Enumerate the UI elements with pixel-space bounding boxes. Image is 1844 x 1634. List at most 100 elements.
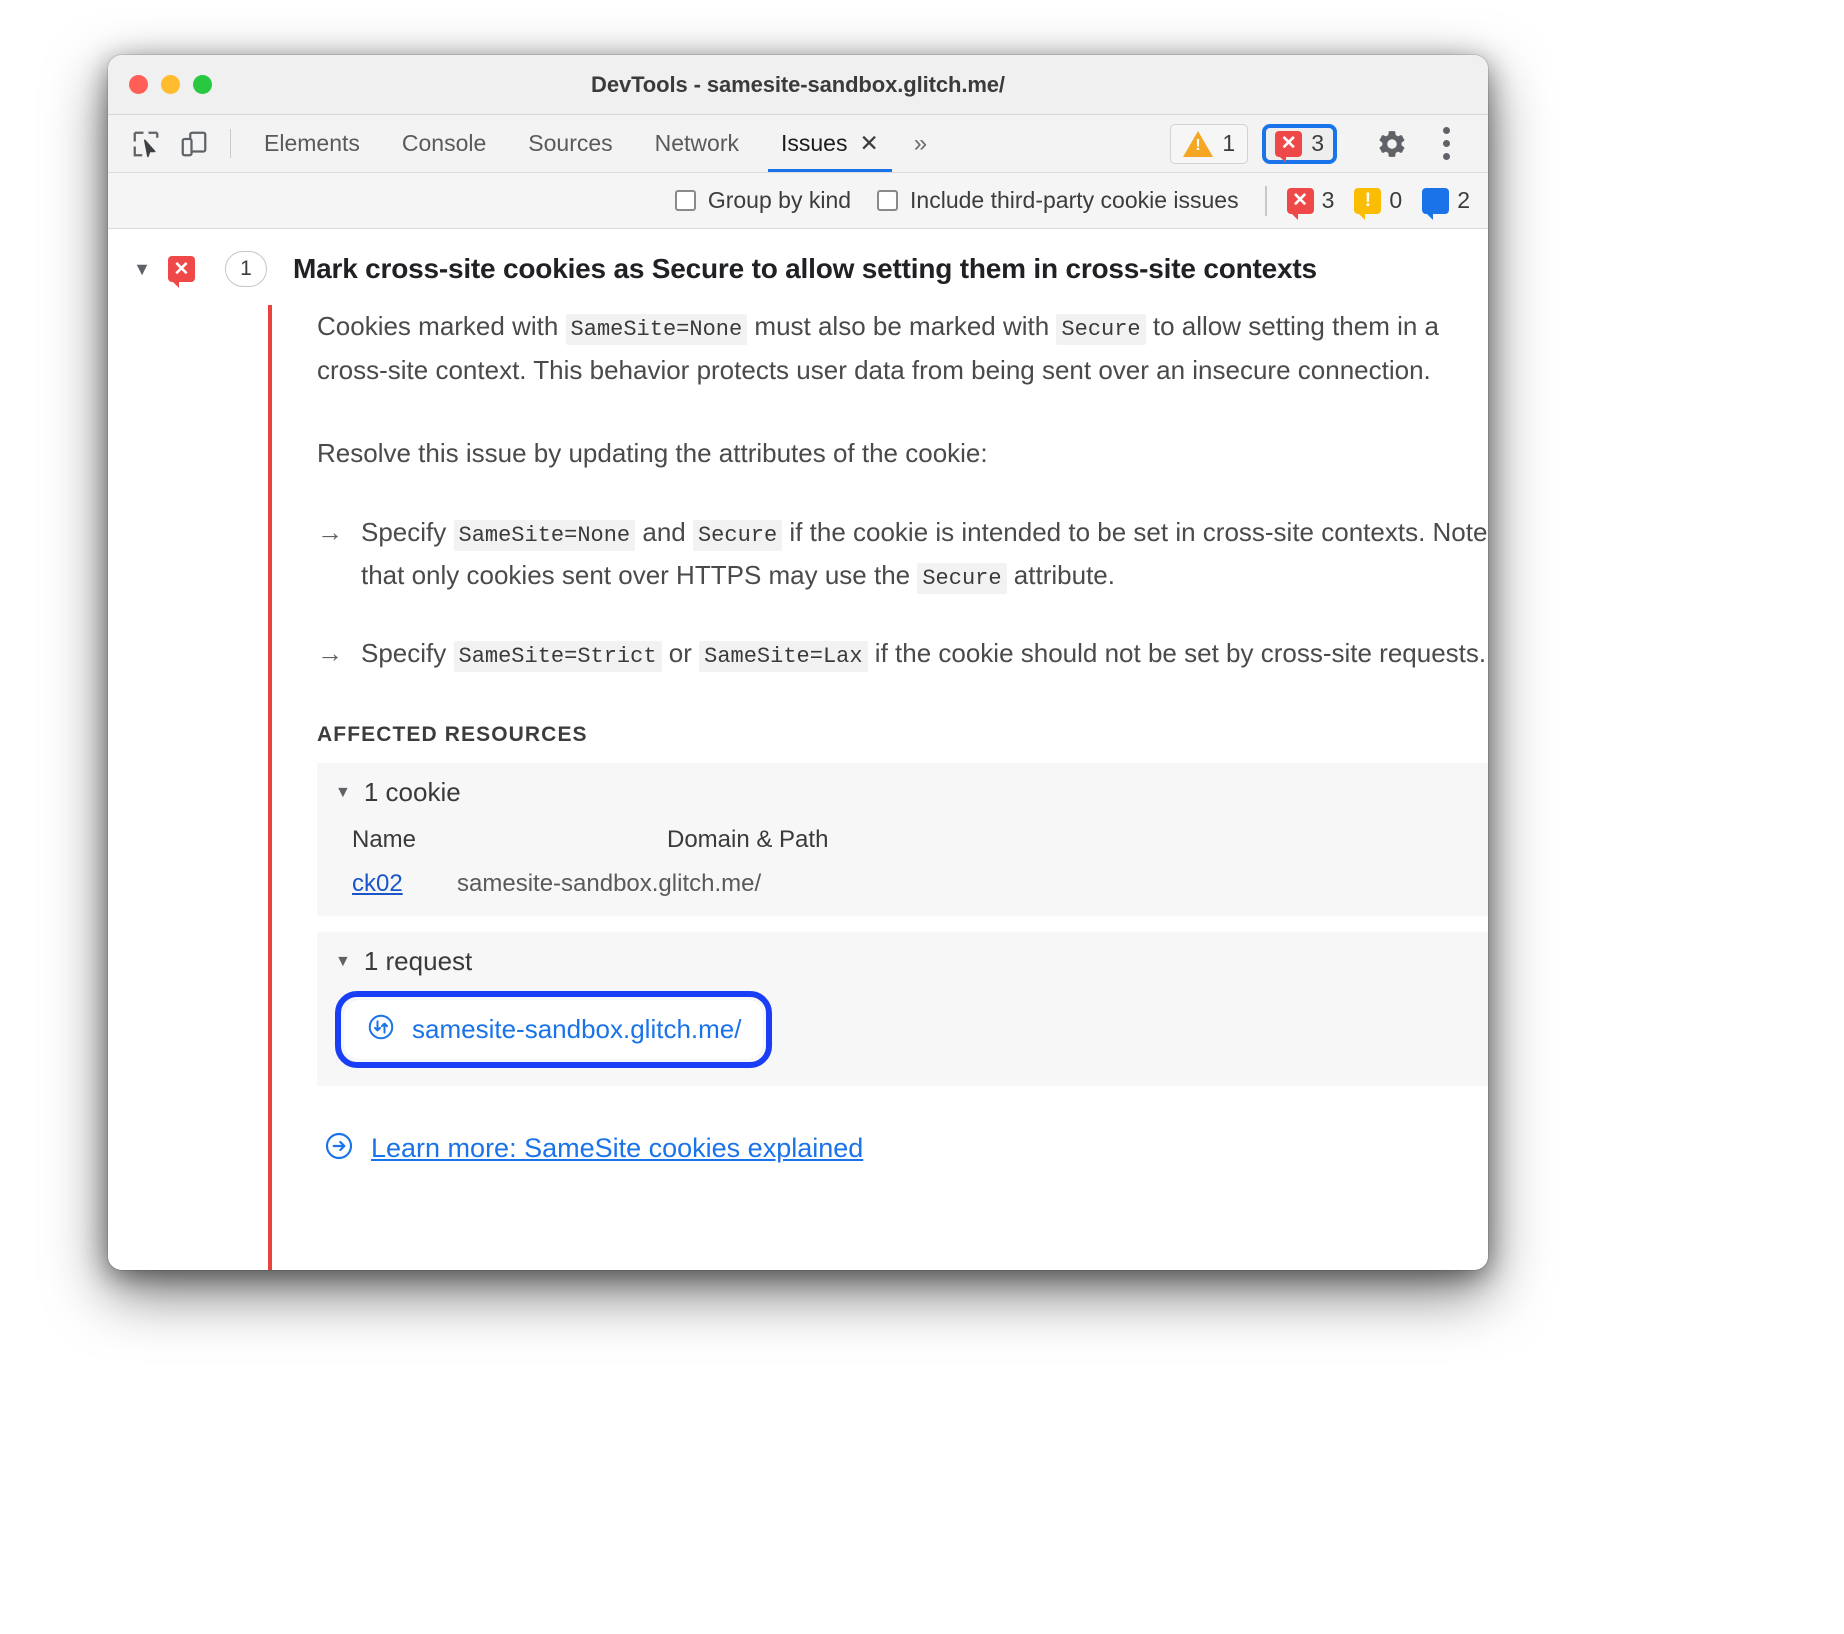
error-count-indicator: ✕ 3 [1286, 187, 1335, 220]
code-secure-2: Secure [917, 563, 1007, 595]
error-count-value: 3 [1321, 187, 1335, 213]
group-by-kind-checkbox[interactable]: Group by kind [674, 187, 852, 214]
issue-description-paragraph-1: Cookies marked with SameSite=None must a… [317, 305, 1488, 392]
info-badge-icon: ≡ [1422, 187, 1450, 220]
window-titlebar: DevTools - samesite-sandbox.glitch.me/ [108, 55, 1488, 115]
tab-label: Elements [264, 130, 360, 156]
text-fragment: Specify [361, 516, 454, 547]
issue-bullet-1: → Specify SameSite=None and Secure if the… [317, 511, 1488, 598]
tab-elements[interactable]: Elements [243, 115, 381, 172]
kebab-dots [1442, 127, 1450, 160]
text-fragment: Specify [361, 637, 454, 668]
devtools-toolbar: Elements Console Sources Network Issues … [108, 115, 1488, 173]
kebab-menu-icon[interactable] [1420, 118, 1472, 170]
issue-expander-icon[interactable]: ▼ [122, 259, 162, 280]
arrow-in-circle-icon [323, 1130, 355, 1167]
error-badge-icon: ✕ [1275, 130, 1303, 163]
include-third-party-label: Include third-party cookie issues [910, 187, 1239, 213]
issue-title: Mark cross-site cookies as Secure to all… [293, 253, 1317, 284]
text-fragment: or [661, 637, 700, 668]
checkbox-box[interactable] [877, 190, 899, 211]
code-samesite-none: SameSite=None [453, 519, 636, 551]
checkbox-box[interactable] [674, 190, 696, 211]
issue-description-paragraph-2: Resolve this issue by updating the attri… [317, 437, 988, 468]
cookie-domain-path: samesite-sandbox.glitch.me/ [457, 870, 762, 898]
devtools-window: DevTools - samesite-sandbox.glitch.me/ E… [108, 55, 1488, 1270]
more-tabs-chevron-icon[interactable]: » [900, 115, 941, 172]
gear-icon[interactable] [1366, 118, 1418, 170]
device-toolbar-icon[interactable] [170, 115, 218, 172]
chevron-down-icon[interactable]: ▼ [335, 784, 351, 801]
cookie-group-header[interactable]: ▼ 1 cookie [317, 777, 1488, 808]
page-root: DevTools - samesite-sandbox.glitch.me/ E… [0, 0, 1844, 1634]
affected-resources-label: AFFECTED RESOURCES [317, 723, 588, 747]
error-badge-icon: ✕ [1286, 187, 1314, 220]
error-count: 3 [1311, 130, 1324, 156]
table-row: ck02 samesite-sandbox.glitch.me/ [352, 870, 1488, 898]
filter-divider [1264, 185, 1267, 216]
panel-tabs: Elements Console Sources Network Issues … [243, 115, 900, 172]
warning-count-value: 0 [1389, 187, 1403, 213]
issue-bullet-2: → Specify SameSite=Strict or SameSite=Lax… [317, 632, 1488, 676]
arrow-bullet-icon: → [317, 516, 343, 547]
issues-panel-content: ▼ ✕ 1 Mark cross-site cookies as Secure … [108, 229, 1488, 1270]
learn-more-row[interactable]: Learn more: SameSite cookies explained [317, 1130, 1488, 1167]
table-header-row: Name Domain & Path [352, 826, 1488, 854]
tab-label: Network [654, 130, 739, 156]
code-secure: Secure [1056, 314, 1146, 345]
error-counter-button[interactable]: ✕ 3 [1262, 123, 1337, 164]
info-count-value: 2 [1457, 187, 1470, 213]
group-by-kind-label: Group by kind [707, 187, 852, 213]
issue-count-pill: 1 [225, 251, 267, 287]
network-request-icon [366, 1012, 396, 1047]
info-count-indicator: ≡ 2 [1422, 187, 1470, 220]
code-samesite-lax: SameSite=Lax [699, 640, 868, 672]
request-link[interactable]: samesite-sandbox.glitch.me/ [344, 1000, 764, 1060]
issue-body: Cookies marked with SameSite=None must a… [268, 305, 1488, 1270]
tab-console[interactable]: Console [381, 115, 507, 172]
request-url: samesite-sandbox.glitch.me/ [412, 1014, 742, 1045]
column-header-domain-path: Domain & Path [667, 826, 829, 854]
tab-network[interactable]: Network [634, 115, 760, 172]
toolbar-status-area: 1 ✕ 3 [1170, 115, 1488, 172]
text-fragment: and [635, 516, 693, 547]
include-third-party-checkbox[interactable]: Include third-party cookie issues [877, 187, 1239, 214]
request-row: samesite-sandbox.glitch.me/ [335, 991, 773, 1069]
column-header-name: Name [352, 826, 417, 854]
request-link-focus-ring: samesite-sandbox.glitch.me/ [335, 991, 773, 1069]
request-group-title: 1 request [363, 946, 473, 977]
learn-more-link[interactable]: Learn more: SameSite cookies explained [371, 1133, 863, 1164]
text-fragment: if the cookie should not be set by cross… [867, 637, 1487, 668]
window-title: DevTools - samesite-sandbox.glitch.me/ [591, 71, 1005, 97]
cookie-name-link[interactable]: ck02 [352, 870, 457, 898]
warning-count: 1 [1222, 130, 1236, 156]
inspect-element-icon[interactable] [122, 115, 170, 172]
tab-label: Console [401, 130, 487, 156]
cookie-group-title: 1 cookie [363, 777, 461, 808]
toolbar-divider [230, 129, 231, 158]
text-fragment: must also be marked with [747, 311, 1057, 341]
tab-label: Sources [528, 130, 613, 156]
warning-count-indicator: ! 0 [1354, 187, 1403, 220]
text-fragment: attribute. [1006, 560, 1115, 591]
code-samesite-strict: SameSite=Strict [453, 640, 662, 672]
issue-header-row[interactable]: ▼ ✕ 1 Mark cross-site cookies as Secure … [108, 229, 1488, 305]
chevron-down-icon[interactable]: ▼ [335, 953, 351, 970]
warning-counter-button[interactable]: 1 [1170, 123, 1249, 164]
text-fragment: Cookies marked with [317, 311, 566, 341]
affected-requests-group: ▼ 1 request samesite-sandbox.glitch.me/ [317, 932, 1488, 1087]
warning-badge-icon: ! [1354, 187, 1382, 220]
tab-issues[interactable]: Issues ✕ [760, 115, 900, 172]
tab-label: Issues [781, 130, 848, 156]
code-secure: Secure [692, 519, 783, 551]
issues-filter-bar: Group by kind Include third-party cookie… [108, 173, 1488, 229]
code-samesite-none: SameSite=None [565, 314, 748, 345]
request-group-header[interactable]: ▼ 1 request [317, 946, 1488, 977]
tab-sources[interactable]: Sources [507, 115, 633, 172]
affected-cookies-group: ▼ 1 cookie Name Domain & Path ck02 sames… [317, 763, 1488, 917]
close-icon[interactable]: ✕ [859, 132, 878, 155]
arrow-bullet-icon: → [317, 637, 343, 668]
cookie-table: Name Domain & Path ck02 samesite-sandbox… [317, 826, 1488, 898]
error-badge-icon: ✕ [168, 256, 195, 288]
